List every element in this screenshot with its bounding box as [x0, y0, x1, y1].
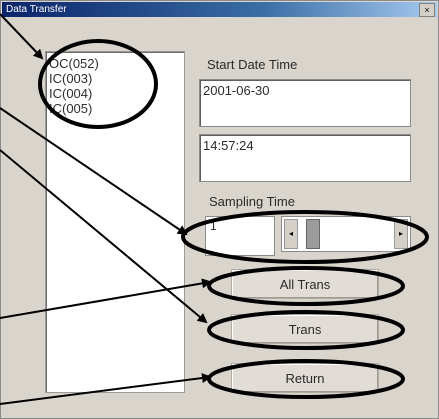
- sampling-time-scrollbar[interactable]: ◂ ▸: [281, 216, 411, 252]
- close-icon[interactable]: ×: [419, 3, 435, 17]
- scrollbar-thumb[interactable]: [306, 219, 320, 249]
- list-item[interactable]: IC(004): [49, 86, 184, 101]
- transfer-listbox[interactable]: OC(052) IC(003) IC(004) IC(005): [45, 51, 185, 393]
- start-date-time-label: Start Date Time: [207, 57, 298, 72]
- left-arrow-icon[interactable]: ◂: [284, 219, 298, 249]
- start-date-field[interactable]: 2001-06-30: [199, 79, 411, 127]
- data-transfer-window: Data Transfer × OC(052) IC(003) IC(004) …: [0, 0, 439, 419]
- all-trans-button[interactable]: All Trans: [231, 269, 379, 299]
- list-item[interactable]: IC(005): [49, 101, 184, 116]
- right-arrow-icon[interactable]: ▸: [394, 219, 408, 249]
- sampling-time-input[interactable]: 1: [205, 216, 275, 256]
- return-button[interactable]: Return: [231, 363, 379, 393]
- title-bar: Data Transfer ×: [2, 2, 437, 17]
- window-title: Data Transfer: [6, 4, 67, 15]
- trans-button[interactable]: Trans: [231, 314, 379, 344]
- list-item[interactable]: OC(052): [49, 56, 184, 71]
- list-item[interactable]: IC(003): [49, 71, 184, 86]
- sampling-time-label: Sampling Time: [209, 194, 295, 209]
- start-time-field[interactable]: 14:57:24: [199, 134, 411, 182]
